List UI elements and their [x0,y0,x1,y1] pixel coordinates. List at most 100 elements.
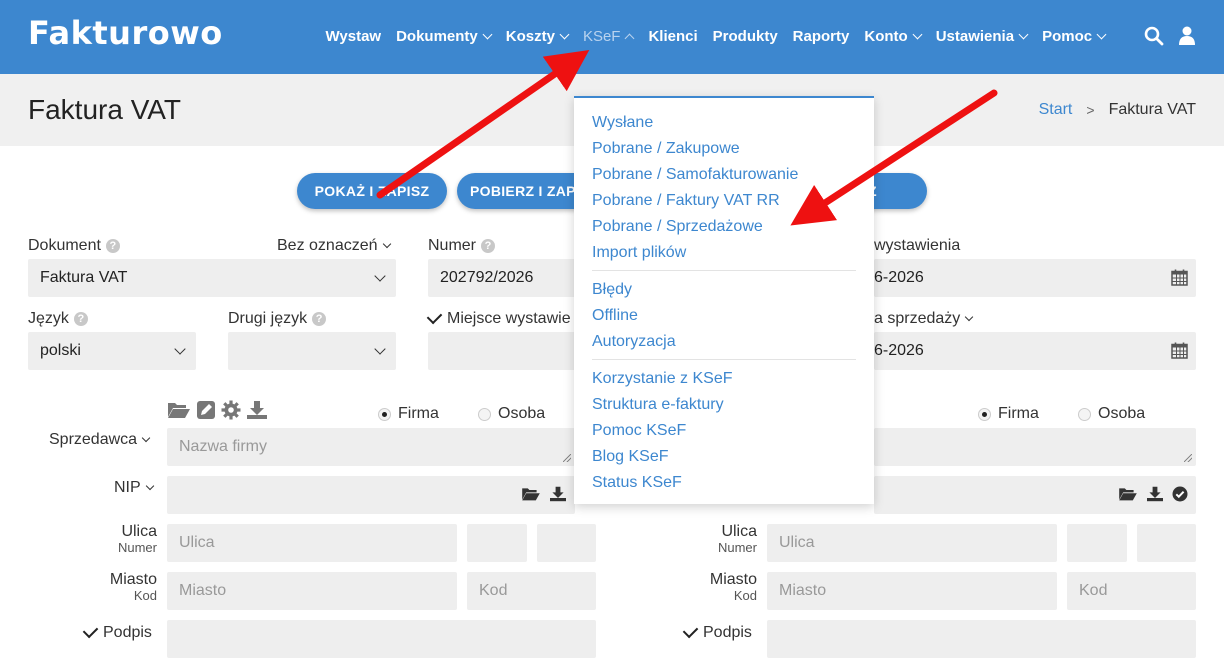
nip-label[interactable]: NIP [114,479,154,497]
drugi-jezyk-label: Drugi język? [228,310,327,328]
edit-icon[interactable] [196,400,216,420]
nav-konto[interactable]: Konto [864,28,923,45]
seller-postcode-input[interactable]: Kod [467,572,596,610]
breadcrumb-start[interactable]: Start [1039,101,1073,119]
nav-wystaw[interactable]: Wystaw [326,28,382,45]
chevron-right-icon: > [1086,102,1095,118]
nav-klienci[interactable]: Klienci [648,28,697,45]
nav-dokumenty[interactable]: Dokumenty [396,28,493,45]
oznaczen-dropdown[interactable]: Bez oznaczeń [277,237,391,255]
nav-label: Produkty [712,27,778,45]
seller-apartment-number-input[interactable] [537,524,596,562]
folder-open-icon[interactable] [167,400,191,420]
menu-item-autoryzacja[interactable]: Autoryzacja [592,333,676,351]
folder-open-icon[interactable] [1118,486,1138,502]
nav-pomoc[interactable]: Pomoc [1042,28,1107,45]
menu-divider [592,270,856,271]
nav-koszty[interactable]: Koszty [506,28,570,45]
help-icon[interactable]: ? [105,239,120,253]
seller-street-input[interactable]: Ulica [167,524,457,562]
buyer-street-input[interactable]: Ulica [767,524,1057,562]
download-icon[interactable] [246,400,268,420]
menu-item-import-plikow[interactable]: Import plików [592,244,686,262]
download-icon[interactable] [549,486,567,502]
select-value: Faktura VAT [40,269,128,286]
menu-item-pobrane-samofakturowanie[interactable]: Pobrane / Samofakturowanie [592,166,798,184]
seller-type-osoba[interactable]: Osoba [478,405,545,423]
calendar-icon[interactable] [1171,342,1188,359]
radio-selected[interactable] [978,407,991,421]
nav-ustawienia[interactable]: Ustawienia [936,28,1029,45]
data-wystawienia-input[interactable]: 6-2026 [874,259,1196,297]
seller-city-input[interactable]: Miasto [167,572,457,610]
buyer-nip-input[interactable] [874,476,1196,514]
buyer-type-firma[interactable]: Firma [978,405,1039,423]
help-icon[interactable]: ? [312,312,327,326]
checkbox-checked-icon[interactable] [426,308,443,325]
sprzedawca-label[interactable]: Sprzedawca [49,431,151,449]
nav-raporty[interactable]: Raporty [793,28,850,45]
nav-ksef[interactable]: KSeF [583,28,635,45]
menu-item-blog-ksef[interactable]: Blog KSeF [592,448,668,466]
help-icon[interactable]: ? [481,239,496,253]
seller-name-textarea[interactable]: Nazwa firmy [167,428,575,466]
miejsce-wystawienia-label[interactable]: Miejsce wystawie [426,308,571,328]
search-icon[interactable] [1144,26,1164,46]
buyer-building-number-input[interactable] [1067,524,1127,562]
miejsce-input[interactable] [428,332,596,370]
menu-item-pobrane-sprzedazowe[interactable]: Pobrane / Sprzedażowe [592,218,763,236]
nip-actions [521,486,567,502]
label-text: Numer [428,237,477,254]
resize-handle[interactable] [563,454,571,462]
gear-icon[interactable] [221,400,241,420]
calendar-icon[interactable] [1171,269,1188,286]
check-circle-icon[interactable] [1172,486,1188,502]
seller-building-number-input[interactable] [467,524,527,562]
checkbox-checked-icon[interactable] [682,622,699,639]
breadcrumb-current: Faktura VAT [1108,101,1196,118]
buyer-podpis-label[interactable]: Podpis [682,622,752,642]
menu-item-bledy[interactable]: Błędy [592,281,632,299]
menu-item-pobrane-faktury-vat-rr[interactable]: Pobrane / Faktury VAT RR [592,192,780,210]
radio-selected[interactable] [378,407,391,421]
seller-nip-input[interactable] [167,476,575,514]
data-sprzedazy-input[interactable]: 6-2026 [874,332,1196,370]
checkbox-checked-icon[interactable] [82,622,99,639]
menu-item-pobrane-zakupowe[interactable]: Pobrane / Zakupowe [592,140,740,158]
buyer-type-osoba[interactable]: Osoba [1078,405,1145,423]
logo[interactable]: Fakturowo [28,14,223,52]
placeholder: Miasto [179,582,227,599]
nav-produkty[interactable]: Produkty [713,28,778,45]
show-save-button[interactable]: POKAŻ I ZAPISZ [297,173,447,209]
menu-item-offline[interactable]: Offline [592,307,638,325]
menu-item-pomoc-ksef[interactable]: Pomoc KSeF [592,422,686,440]
menu-item-struktura-e-faktury[interactable]: Struktura e-faktury [592,396,724,414]
resize-handle[interactable] [1184,454,1192,462]
buyer-name-textarea[interactable] [874,428,1196,466]
buyer-postcode-input[interactable]: Kod [1067,572,1196,610]
menu-item-wyslane[interactable]: Wysłane [592,114,653,132]
data-wystawienia-label: wystawienia [874,237,960,255]
numer-input[interactable]: 202792/2026 [428,259,596,297]
download-icon[interactable] [1146,486,1164,502]
buyer-signature-input[interactable] [767,620,1196,658]
help-icon[interactable]: ? [73,312,88,326]
radio-unselected[interactable] [478,407,491,421]
data-sprzedazy-label[interactable]: a sprzedaży [874,310,974,328]
seller-podpis-label[interactable]: Podpis [82,622,152,642]
dokument-label: Dokument? [28,237,120,255]
buyer-city-input[interactable]: Miasto [767,572,1057,610]
buyer-apartment-number-input[interactable] [1137,524,1196,562]
user-icon[interactable] [1178,26,1196,46]
menu-item-status-ksef[interactable]: Status KSeF [592,474,682,492]
jezyk-select[interactable]: polski [28,332,196,370]
menu-item-korzystanie-z-ksef[interactable]: Korzystanie z KSeF [592,370,733,388]
radio-unselected[interactable] [1078,407,1091,421]
folder-open-icon[interactable] [521,486,541,502]
label-text: Język [28,310,69,327]
seller-type-firma[interactable]: Firma [378,405,439,423]
seller-signature-input[interactable] [167,620,596,658]
drugi-jezyk-select[interactable] [228,332,396,370]
jezyk-label: Język? [28,310,88,328]
dokument-select[interactable]: Faktura VAT [28,259,396,297]
